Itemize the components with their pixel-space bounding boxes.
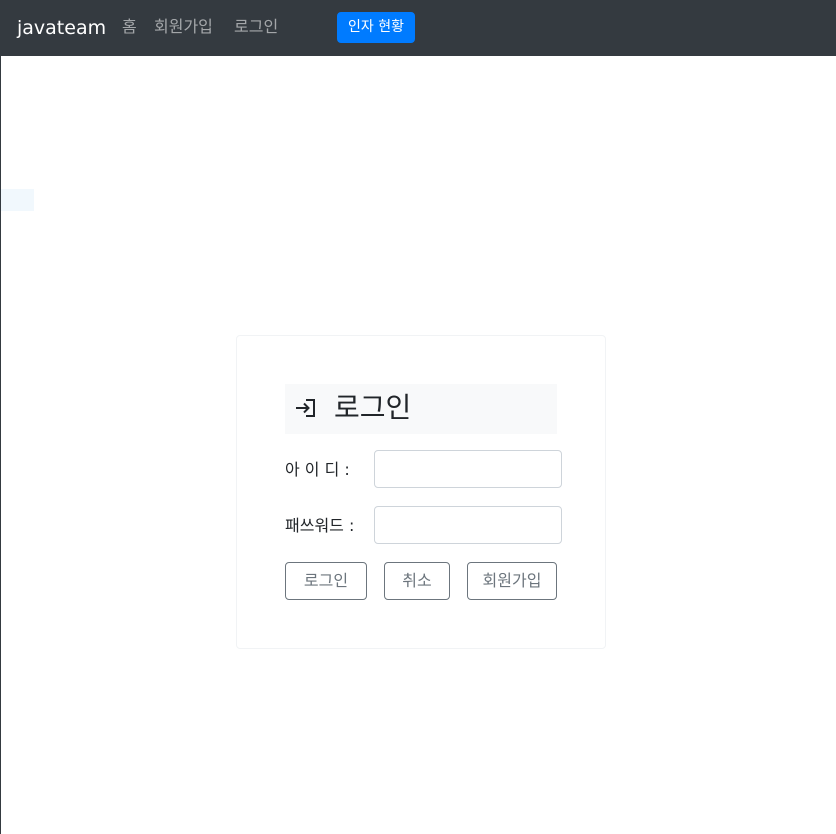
password-input[interactable] — [374, 506, 562, 544]
login-title: 로그인 — [334, 391, 412, 424]
id-input[interactable] — [374, 450, 562, 488]
page: javateam 홈 회원가입 로그인 인자 현황 로그인 아 이 디 : 패쓰… — [0, 0, 836, 834]
login-arrow-icon — [295, 397, 317, 419]
brand-link[interactable]: javateam — [17, 15, 106, 41]
background-strip — [1, 189, 34, 211]
id-label: 아 이 디 : — [285, 460, 350, 479]
login-card — [236, 335, 606, 649]
nav-link-login[interactable]: 로그인 — [234, 16, 278, 38]
nav-link-home[interactable]: 홈 — [122, 16, 137, 38]
cancel-button[interactable]: 취소 — [384, 562, 450, 600]
top-navbar: javateam 홈 회원가입 로그인 인자 현황 — [1, 0, 836, 56]
password-label: 패쓰워드 : — [285, 516, 355, 535]
login-card-header — [285, 384, 557, 434]
login-button[interactable]: 로그인 — [285, 562, 367, 600]
nav-link-join[interactable]: 회원가입 — [154, 16, 213, 38]
join-button[interactable]: 회원가입 — [467, 562, 557, 600]
hr-status-button[interactable]: 인자 현황 — [337, 12, 415, 43]
